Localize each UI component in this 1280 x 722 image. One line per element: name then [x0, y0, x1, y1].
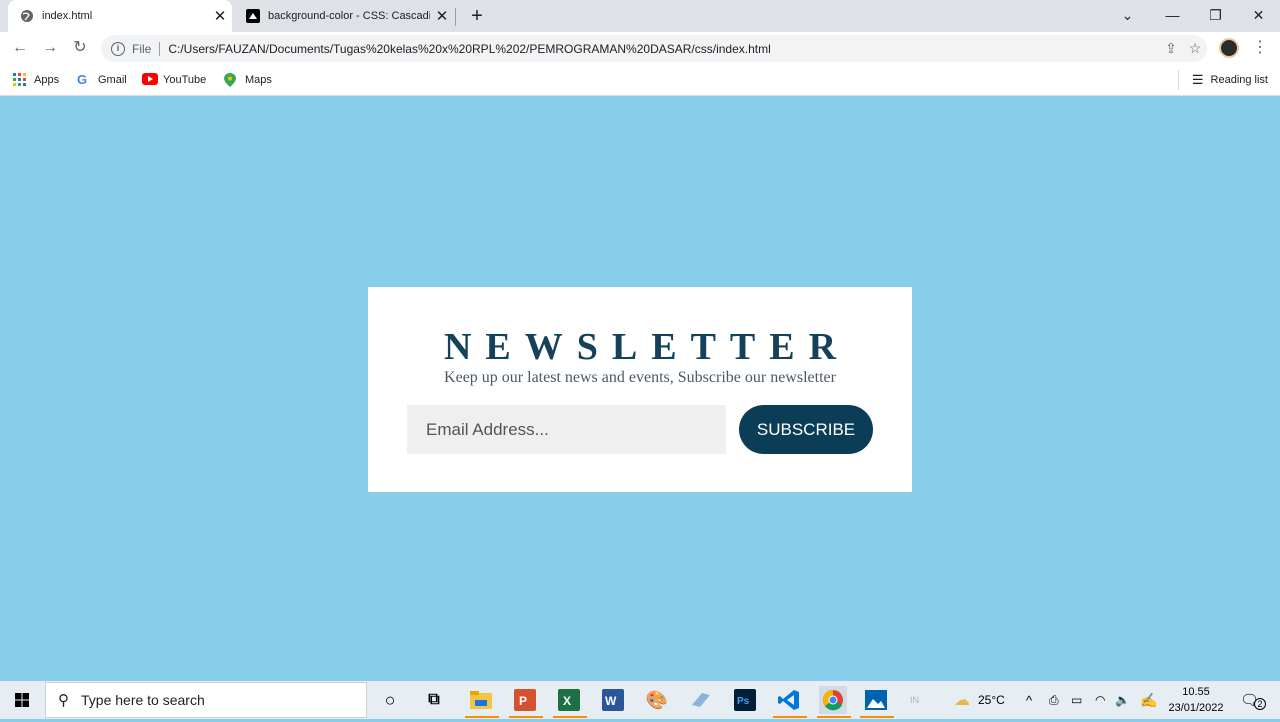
- info-icon[interactable]: i: [111, 41, 125, 56]
- battery-icon[interactable]: ▭: [1071, 681, 1082, 719]
- tab-search-chevron-icon[interactable]: ⌄: [1106, 0, 1149, 32]
- close-tab-icon[interactable]: ✕: [430, 7, 454, 25]
- active-app-indicator: [773, 716, 807, 718]
- more-menu-icon[interactable]: ⋮: [1250, 36, 1270, 60]
- tab-strip: index.html ✕ background-color - CSS: Cas…: [0, 0, 1280, 32]
- close-tab-icon[interactable]: ✕: [208, 7, 232, 25]
- excel-icon[interactable]: X: [555, 686, 583, 714]
- maps-pin-icon: [224, 73, 238, 87]
- subscribe-form: SUBSCRIBE: [407, 404, 877, 454]
- bookmark-gmail[interactable]: G Gmail: [77, 71, 127, 89]
- show-hidden-icons[interactable]: ^: [1026, 681, 1032, 719]
- reading-list-icon: ☰: [1191, 72, 1204, 87]
- bookmark-label: Apps: [34, 74, 60, 86]
- google-icon: G: [77, 72, 88, 87]
- notification-center[interactable]: 🗨 2: [1240, 681, 1267, 719]
- vscode-icon[interactable]: [775, 686, 803, 714]
- powerpoint-icon[interactable]: P: [511, 686, 539, 714]
- avatar[interactable]: [1219, 38, 1239, 58]
- close-window-icon[interactable]: ✕: [1237, 0, 1280, 32]
- taskbar-clock[interactable]: 10.55 23/01/2022: [1160, 684, 1232, 716]
- bookmark-youtube[interactable]: YouTube: [142, 71, 206, 89]
- globe-icon: [20, 9, 34, 23]
- active-app-indicator: [553, 716, 587, 718]
- clock-date: 23/01/2022: [1168, 702, 1224, 714]
- forward-arrow-icon[interactable]: →: [38, 36, 62, 60]
- pen-icon[interactable]: ✍: [1140, 681, 1157, 719]
- cortana-icon[interactable]: ○: [376, 686, 404, 714]
- subscribe-button[interactable]: SUBSCRIBE: [739, 405, 873, 454]
- wifi-icon[interactable]: ◠: [1095, 681, 1105, 719]
- new-tab-button[interactable]: +: [466, 4, 488, 28]
- reading-list-button[interactable]: ☰ Reading list: [1192, 71, 1268, 89]
- bookmarks-bar: Apps G Gmail YouTube Maps ☰ Reading list: [0, 65, 1280, 96]
- reload-icon[interactable]: ↻: [68, 36, 92, 60]
- search-placeholder: Type here to search: [81, 692, 205, 708]
- mdn-icon: [246, 9, 260, 23]
- task-view-icon[interactable]: ⧉: [420, 686, 448, 714]
- url-text[interactable]: C:/Users/FAUZAN/Documents/Tugas%20kelas%…: [168, 42, 1159, 56]
- word-icon[interactable]: W: [599, 686, 627, 714]
- active-app-indicator: [817, 716, 851, 718]
- share-icon[interactable]: ⇪: [1159, 40, 1183, 57]
- bookmark-maps[interactable]: Maps: [224, 71, 272, 89]
- weather-widget[interactable]: ☁ 25°C: [954, 681, 1005, 719]
- photos-icon[interactable]: [862, 686, 890, 714]
- bookmarks-divider: [1178, 70, 1179, 90]
- clock-time: 10.55: [1182, 686, 1210, 698]
- paint-icon[interactable]: 🎨: [643, 686, 671, 714]
- meet-now-icon[interactable]: ⎙: [1049, 681, 1059, 719]
- notification-count: 2: [1254, 698, 1267, 710]
- restore-icon[interactable]: ❐: [1194, 0, 1237, 32]
- page-viewport: NEWSLETTER Keep up our latest news and e…: [0, 96, 1280, 681]
- browser-toolbar: ← → ↻ i File C:/Users/FAUZAN/Documents/T…: [0, 32, 1280, 65]
- file-explorer-icon[interactable]: [467, 686, 495, 714]
- newsletter-subtitle: Keep up our latest news and events, Subs…: [444, 369, 836, 386]
- windows-taskbar: ⚲ Type here to search ○ ⧉ P X W 🎨 Ps IN …: [0, 681, 1280, 719]
- svg-text:Ps: Ps: [737, 696, 750, 707]
- temperature-text: 25°C: [978, 693, 1005, 707]
- address-bar[interactable]: i File C:/Users/FAUZAN/Documents/Tugas%2…: [101, 35, 1207, 62]
- email-input[interactable]: [407, 405, 726, 454]
- tab-title: background-color - CSS: Cascadi: [268, 10, 430, 22]
- windows-start-icon[interactable]: [0, 681, 45, 719]
- active-app-indicator: [509, 716, 543, 718]
- active-app-indicator: [465, 716, 499, 718]
- notepad-icon[interactable]: [687, 686, 715, 714]
- apps-grid-icon: [13, 73, 27, 87]
- bookmark-apps[interactable]: Apps: [13, 71, 59, 89]
- bookmark-label: YouTube: [163, 74, 207, 86]
- photoshop-icon[interactable]: Ps: [731, 686, 759, 714]
- tab-title: index.html: [42, 10, 93, 22]
- active-app-indicator: [860, 716, 894, 718]
- svg-text:P: P: [519, 694, 527, 708]
- bookmark-star-icon[interactable]: ☆: [1183, 40, 1207, 57]
- chrome-icon[interactable]: [819, 686, 847, 714]
- reading-list-label: Reading list: [1210, 74, 1268, 86]
- volume-icon[interactable]: 🔈: [1115, 681, 1130, 719]
- tab-index-html[interactable]: index.html ✕: [8, 0, 232, 32]
- minimize-icon[interactable]: —: [1151, 0, 1194, 32]
- tab-background-color[interactable]: background-color - CSS: Cascadi ✕: [234, 0, 454, 32]
- bookmark-label: Maps: [245, 74, 272, 86]
- svg-text:W: W: [605, 694, 617, 708]
- back-arrow-icon[interactable]: ←: [8, 36, 32, 60]
- svg-text:X: X: [563, 694, 571, 708]
- scheme-label: File: [132, 41, 152, 56]
- taskbar-search[interactable]: ⚲ Type here to search: [45, 682, 367, 718]
- weather-cloud-icon: ☁: [954, 692, 970, 709]
- ime-indicator[interactable]: IN: [910, 681, 919, 719]
- bookmark-label: Gmail: [98, 74, 127, 86]
- tab-separator: [455, 8, 456, 26]
- search-icon: ⚲: [58, 692, 69, 709]
- newsletter-card: NEWSLETTER Keep up our latest news and e…: [368, 287, 912, 492]
- youtube-icon: [142, 73, 158, 87]
- omnibox-divider: [159, 41, 161, 56]
- newsletter-title: NEWSLETTER: [443, 326, 851, 368]
